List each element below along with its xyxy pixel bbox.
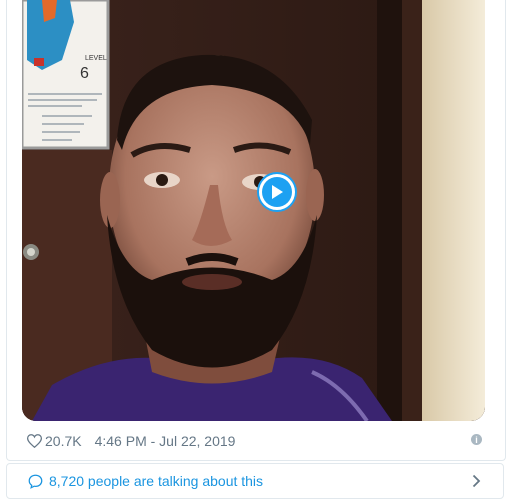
play-icon bbox=[262, 177, 292, 207]
speech-bubble-icon bbox=[28, 474, 43, 489]
tweet-timestamp[interactable]: 4:46 PM - Jul 22, 2019 bbox=[95, 433, 236, 449]
like-button[interactable]: 20.7K bbox=[27, 433, 82, 449]
like-count: 20.7K bbox=[45, 433, 82, 449]
tweet-meta: 20.7K 4:46 PM - Jul 22, 2019 bbox=[27, 431, 497, 451]
info-icon[interactable]: i bbox=[471, 434, 482, 445]
video-player[interactable]: LEVEL 6 bbox=[22, 0, 485, 421]
play-button[interactable] bbox=[257, 172, 297, 212]
sign-level-label: LEVEL bbox=[85, 55, 107, 62]
heart-outline-icon bbox=[27, 434, 42, 448]
video-frame: LEVEL 6 bbox=[22, 0, 485, 421]
conversation-link[interactable]: 8,720 people are talking about this bbox=[6, 463, 504, 499]
chevron-right-icon bbox=[472, 474, 481, 493]
sign-level-number: 6 bbox=[80, 65, 89, 82]
conversation-text: 8,720 people are talking about this bbox=[49, 473, 264, 489]
